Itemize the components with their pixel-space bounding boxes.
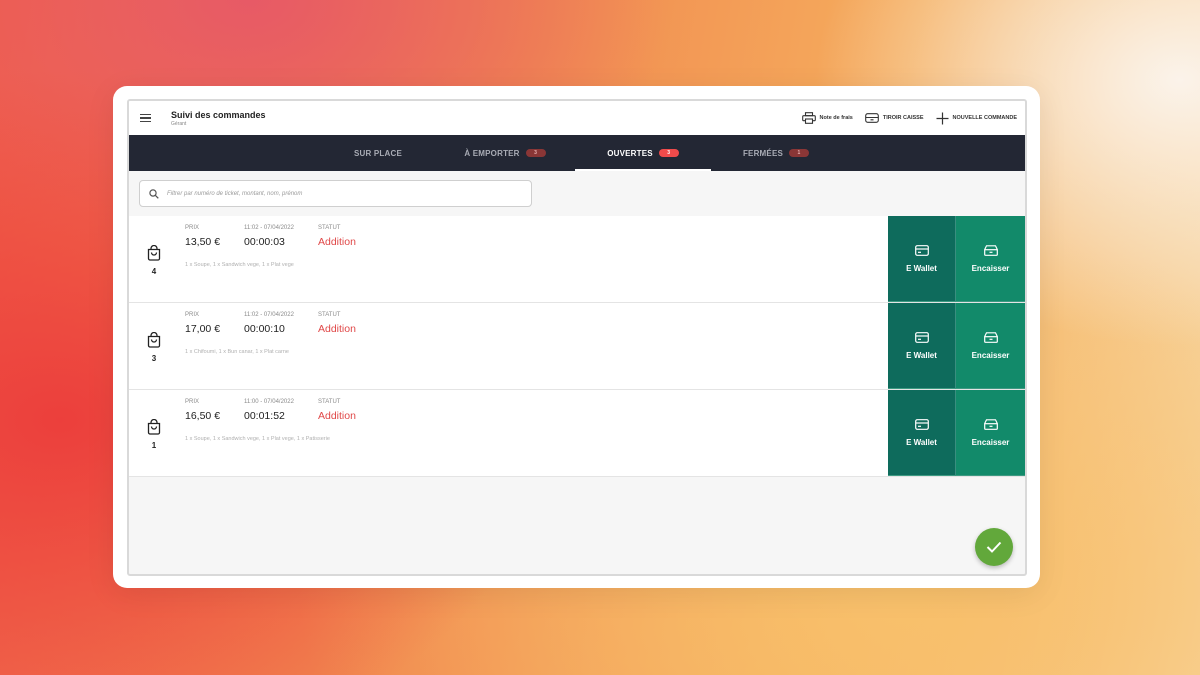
search-input[interactable]: Filtrer par numéro de ticket, montant, n… [139, 180, 532, 207]
order-items: 1 x Soupe, 1 x Sandwich vege, 1 x Plat v… [185, 262, 294, 268]
tab-sur-place[interactable]: SUR PLACE [323, 135, 433, 171]
cash-drawer-icon [983, 418, 998, 430]
encaisser-label: Encaisser [971, 263, 1010, 273]
plus-icon [936, 112, 949, 124]
order-status: Addition [318, 323, 356, 335]
status-label: STATUT [318, 399, 341, 405]
order-row[interactable]: 1 PRIX 16,50 € 11:00 - 07/04/2022 00:01:… [129, 390, 1025, 477]
order-details: PRIX 17,00 € 11:02 - 07/04/2022 00:00:10… [179, 303, 888, 389]
encaisser-label: Encaisser [971, 437, 1010, 447]
tab-label: OUVERTES [607, 148, 653, 158]
order-details: PRIX 13,50 € 11:02 - 07/04/2022 00:00:03… [179, 216, 888, 302]
expense-note-label: Note de frais [819, 115, 853, 121]
tab-label: SUR PLACE [353, 148, 403, 158]
count-badge: 3 [658, 149, 679, 157]
status-label: STATUT [318, 225, 341, 231]
order-elapsed: 00:00:03 [244, 236, 285, 248]
wallet-icon [914, 244, 929, 256]
count-badge: 3 [525, 149, 546, 157]
tab-fermees[interactable]: FERMÉES 1 [721, 135, 831, 171]
order-number: 3 [151, 353, 157, 363]
e-wallet-button[interactable]: E Wallet [888, 390, 956, 476]
cash-drawer-label: TIROIR CAISSE [882, 115, 924, 121]
encaisser-label: Encaisser [971, 350, 1010, 360]
order-list: 4 PRIX 13,50 € 11:02 - 07/04/2022 00:00:… [129, 216, 1025, 477]
order-datetime: 11:00 - 07/04/2022 [244, 399, 294, 405]
menu-icon[interactable] [129, 113, 159, 123]
order-number: 4 [151, 266, 157, 276]
e-wallet-button[interactable]: E Wallet [888, 303, 956, 389]
checkmark-icon [986, 541, 1002, 553]
price-label: PRIX [185, 312, 200, 318]
tab-a-emporter[interactable]: À EMPORTER 3 [445, 135, 565, 171]
order-items: 1 x Soupe, 1 x Sandwich vege, 1 x Plat v… [185, 436, 330, 442]
expense-note-button[interactable]: Note de frais [801, 112, 853, 124]
validate-fab-button[interactable] [975, 528, 1013, 566]
status-label: STATUT [318, 312, 341, 318]
order-elapsed: 00:01:52 [244, 410, 285, 422]
order-datetime: 11:02 - 07/04/2022 [244, 225, 294, 231]
order-number-block: 4 [129, 216, 179, 302]
tab-label: À EMPORTER [464, 148, 520, 158]
shopping-bag-icon [147, 244, 161, 261]
tablet-frame: Suivi des commandes Gérant Note de frais [113, 86, 1040, 588]
cash-drawer-icon [865, 113, 879, 123]
printer-icon [801, 112, 816, 124]
search-placeholder: Filtrer par numéro de ticket, montant, n… [167, 190, 303, 197]
order-elapsed: 00:00:10 [244, 323, 285, 335]
order-price: 16,50 € [185, 410, 221, 422]
shopping-bag-icon [147, 418, 161, 435]
user-role: Gérant [171, 120, 187, 127]
price-label: PRIX [185, 399, 200, 405]
title-block: Suivi des commandes Gérant [171, 110, 266, 127]
e-wallet-label: E Wallet [906, 437, 937, 447]
search-icon [149, 188, 159, 199]
price-label: PRIX [185, 225, 200, 231]
encaisser-button[interactable]: Encaisser [956, 390, 1025, 476]
search-row: Filtrer par numéro de ticket, montant, n… [129, 171, 1025, 216]
order-number-block: 3 [129, 303, 179, 389]
order-status: Addition [318, 236, 356, 248]
order-price: 17,00 € [185, 323, 221, 335]
e-wallet-button[interactable]: E Wallet [888, 216, 956, 302]
count-badge: 1 [789, 149, 810, 157]
order-details: PRIX 16,50 € 11:00 - 07/04/2022 00:01:52… [179, 390, 888, 476]
order-number-block: 1 [129, 390, 179, 476]
order-row[interactable]: 4 PRIX 13,50 € 11:02 - 07/04/2022 00:00:… [129, 216, 1025, 303]
header-actions: Note de frais TIROIR CAISSE NOUVELLE COM… [801, 101, 1017, 135]
order-status: Addition [318, 410, 356, 422]
cash-drawer-icon [983, 331, 998, 343]
cash-drawer-button[interactable]: TIROIR CAISSE [865, 113, 924, 123]
order-row[interactable]: 3 PRIX 17,00 € 11:02 - 07/04/2022 00:00:… [129, 303, 1025, 390]
order-price: 13,50 € [185, 236, 221, 248]
tab-bar: SUR PLACE À EMPORTER 3 OUVERTES 3 FERMÉE… [129, 135, 1025, 171]
order-number: 1 [151, 440, 157, 450]
order-datetime: 11:02 - 07/04/2022 [244, 312, 294, 318]
top-bar: Suivi des commandes Gérant Note de frais [129, 101, 1025, 135]
tab-label: FERMÉES [742, 148, 784, 158]
page-title: Suivi des commandes [171, 109, 266, 120]
encaisser-button[interactable]: Encaisser [956, 303, 1025, 389]
order-items: 1 x Chifoumi, 1 x Bun canar, 1 x Plat ca… [185, 349, 289, 355]
tab-ouvertes[interactable]: OUVERTES 3 [575, 135, 711, 171]
new-order-label: NOUVELLE COMMANDE [952, 115, 1017, 121]
new-order-button[interactable]: NOUVELLE COMMANDE [936, 112, 1017, 125]
wallet-icon [914, 418, 929, 430]
e-wallet-label: E Wallet [906, 263, 937, 273]
cash-drawer-icon [983, 244, 998, 256]
shopping-bag-icon [147, 331, 161, 348]
wallet-icon [914, 331, 929, 343]
encaisser-button[interactable]: Encaisser [956, 216, 1025, 302]
e-wallet-label: E Wallet [906, 350, 937, 360]
app-screen: Suivi des commandes Gérant Note de frais [127, 99, 1027, 576]
